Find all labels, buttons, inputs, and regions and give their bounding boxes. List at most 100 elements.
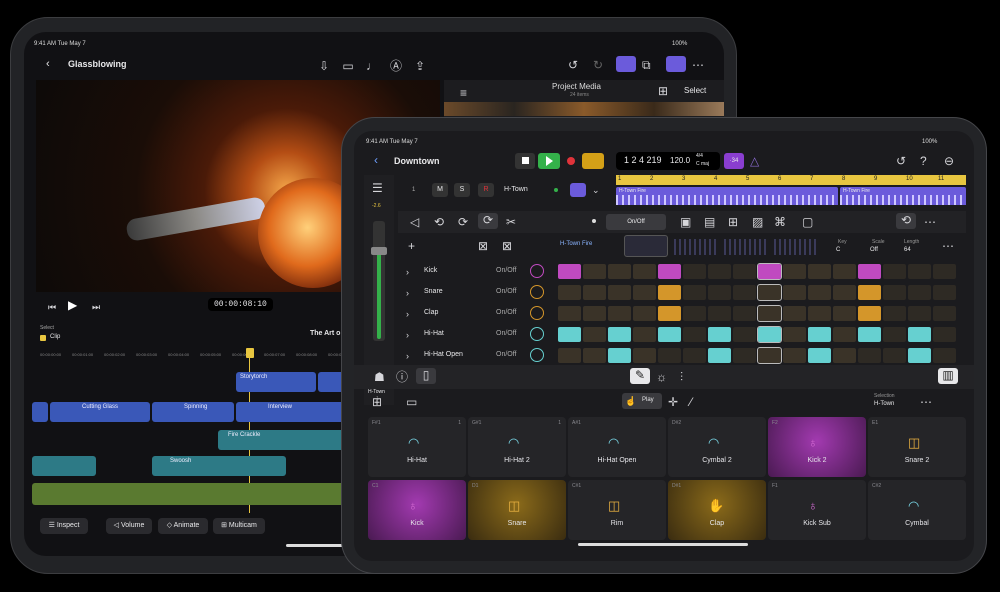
filter-icon[interactable]: ≡ — [460, 86, 467, 100]
share-icon[interactable]: ⇪ — [410, 59, 430, 73]
drum-pad[interactable]: G#1 1 ◠ Hi-Hat 2 — [468, 417, 566, 477]
title-partial: The Art o — [310, 330, 341, 337]
drum-pad[interactable]: C1 ♁ Kick — [368, 480, 466, 540]
clip-storytorch[interactable]: Storytorch — [236, 372, 316, 392]
pad-icon: ◫ — [508, 498, 521, 513]
bottom-button-multicam[interactable]: ⊞ Multicam — [213, 518, 265, 534]
pad-note: F2 — [772, 420, 778, 426]
redo-icon[interactable]: ↻ — [593, 58, 603, 72]
bottom-button-inspect[interactable]: ☰ Inspect — [40, 518, 88, 534]
pad-label: Clap — [709, 520, 725, 527]
playhead-handle[interactable] — [246, 348, 254, 358]
select-button[interactable]: Select — [684, 86, 706, 95]
inspector-button[interactable] — [666, 56, 686, 72]
mic-icon[interactable]: ♩ — [362, 59, 382, 73]
pad-note: F#1 — [372, 420, 381, 426]
select-header: Select — [40, 325, 54, 331]
bottom-button-animate[interactable]: ◇ Animate — [158, 518, 208, 534]
grid-icon[interactable]: ⊞ — [658, 84, 668, 98]
drum-pad[interactable]: F#1 1 ◠ Hi-Hat — [368, 417, 466, 477]
clip-left[interactable] — [32, 402, 48, 422]
clip-spinning[interactable]: Spinning — [152, 402, 234, 422]
bottom-toolbar: ☰ Inspect ◁ Volume ◇ Animate ⊞ Multicam — [40, 518, 340, 536]
pad-icon: ◫ — [608, 498, 621, 513]
ruler-label: 00:00:00:00 — [40, 352, 62, 357]
ruler-label: 00:00:02:00 — [104, 352, 126, 357]
pad-icon: ♁ — [408, 498, 418, 513]
pad-icon: ◠ — [608, 435, 620, 450]
home-indicator — [578, 543, 748, 546]
clip-label: Clip — [50, 334, 61, 340]
pad-icon: ✋ — [708, 498, 725, 513]
clip-swoosh[interactable]: Swoosh — [152, 456, 286, 476]
pad-note: C1 — [372, 483, 379, 489]
skip-back-icon[interactable]: ⏮ — [48, 300, 56, 314]
toolbar-icons: ⇩ ▭ ♩ Ⓐ ⇪ — [314, 57, 434, 73]
drum-pad[interactable]: C#1 ◫ Rim — [568, 480, 666, 540]
status-time: 9:41 AM Tue May 7 — [34, 41, 86, 47]
pad-icon: ◫ — [908, 435, 921, 450]
ruler-label: 00:00:04:00 — [168, 352, 190, 357]
project-title: Glassblowing — [68, 59, 127, 69]
pad-note: C#2 — [872, 483, 882, 489]
drum-pad[interactable]: E1 ◫ Snare 2 — [868, 417, 966, 477]
pad-label: Rim — [610, 520, 624, 527]
pad-number: 1 — [458, 420, 461, 426]
camera-icon[interactable]: ▭ — [338, 59, 358, 73]
pad-note: E1 — [872, 420, 879, 426]
media-thumbnails[interactable] — [444, 102, 724, 116]
pad-label: Snare — [507, 520, 527, 527]
pad-icon: ◠ — [408, 435, 420, 450]
status-battery: 100% — [672, 41, 688, 47]
ruler-label: 00:00:03:00 — [136, 352, 158, 357]
pad-note: C#1 — [572, 483, 582, 489]
drum-pad[interactable]: C#2 ◠ Cymbal — [868, 480, 966, 540]
pad-icon: ♁ — [808, 498, 818, 513]
import-icon[interactable]: ⇩ — [314, 59, 334, 73]
media-count: 24 items — [570, 92, 589, 98]
home-indicator — [286, 544, 346, 547]
pad-label: Hi-Hat — [407, 457, 427, 464]
clip-fire-crackle[interactable]: Fire Crackle — [218, 430, 344, 450]
undo-icon[interactable]: ↺ — [568, 58, 578, 72]
pad-note: D#1 — [672, 483, 682, 489]
clip-cutting-glass[interactable]: Cutting Glass — [50, 402, 150, 422]
pad-label: Kick 2 — [807, 457, 827, 464]
clip-audio-left[interactable] — [32, 456, 96, 476]
back-chevron-icon[interactable]: ‹ — [46, 58, 50, 70]
media-browser-button[interactable] — [616, 56, 636, 72]
drum-pad[interactable]: D#2 ◠ Cymbal 2 — [668, 417, 766, 477]
clip-checkbox[interactable] — [40, 335, 46, 341]
more-icon[interactable]: ⋯ — [692, 58, 704, 72]
skip-forward-icon[interactable]: ⏭ — [92, 300, 100, 314]
clip-music[interactable] — [32, 483, 344, 505]
media-panel-title: Project Media — [552, 82, 601, 91]
pad-icon: ♁ — [808, 435, 818, 450]
pad-icon: ◠ — [708, 435, 720, 450]
pad-label: Cymbal 2 — [702, 457, 732, 464]
pad-note: F1 — [772, 483, 778, 489]
pad-label: Hi-Hat 2 — [504, 457, 530, 464]
drum-pad[interactable]: A#1 ◠ Hi-Hat Open — [568, 417, 666, 477]
ruler-label: 00:00:05:00 — [200, 352, 222, 357]
pad-label: Snare 2 — [904, 457, 930, 464]
drum-pad[interactable]: D#1 ✋ Clap — [668, 480, 766, 540]
play-icon[interactable]: ▶ — [68, 298, 77, 312]
pad-note: D1 — [472, 483, 479, 489]
ruler-label: 00:00:08:00 — [296, 352, 318, 357]
layers-icon[interactable]: ⧉ — [642, 58, 651, 72]
ruler-label: 00:00:07:00 — [264, 352, 286, 357]
pad-note: A#1 — [572, 420, 581, 426]
pad-label: Cymbal — [905, 520, 929, 527]
clip-interview[interactable]: Interview — [236, 402, 344, 422]
bottom-button-volume[interactable]: ◁ Volume — [106, 518, 152, 534]
text-icon[interactable]: Ⓐ — [386, 59, 406, 73]
ruler-label: 00:00:01:00 — [72, 352, 94, 357]
torch — [125, 196, 267, 242]
drum-pad[interactable]: F1 ♁ Kick Sub — [768, 480, 866, 540]
pad-number: 1 — [558, 420, 561, 426]
pad-icon: ◠ — [908, 498, 920, 513]
drum-pad[interactable]: F2 ♁ Kick 2 — [768, 417, 866, 477]
drum-pad[interactable]: D1 ◫ Snare — [468, 480, 566, 540]
pad-label: Kick Sub — [803, 520, 831, 527]
